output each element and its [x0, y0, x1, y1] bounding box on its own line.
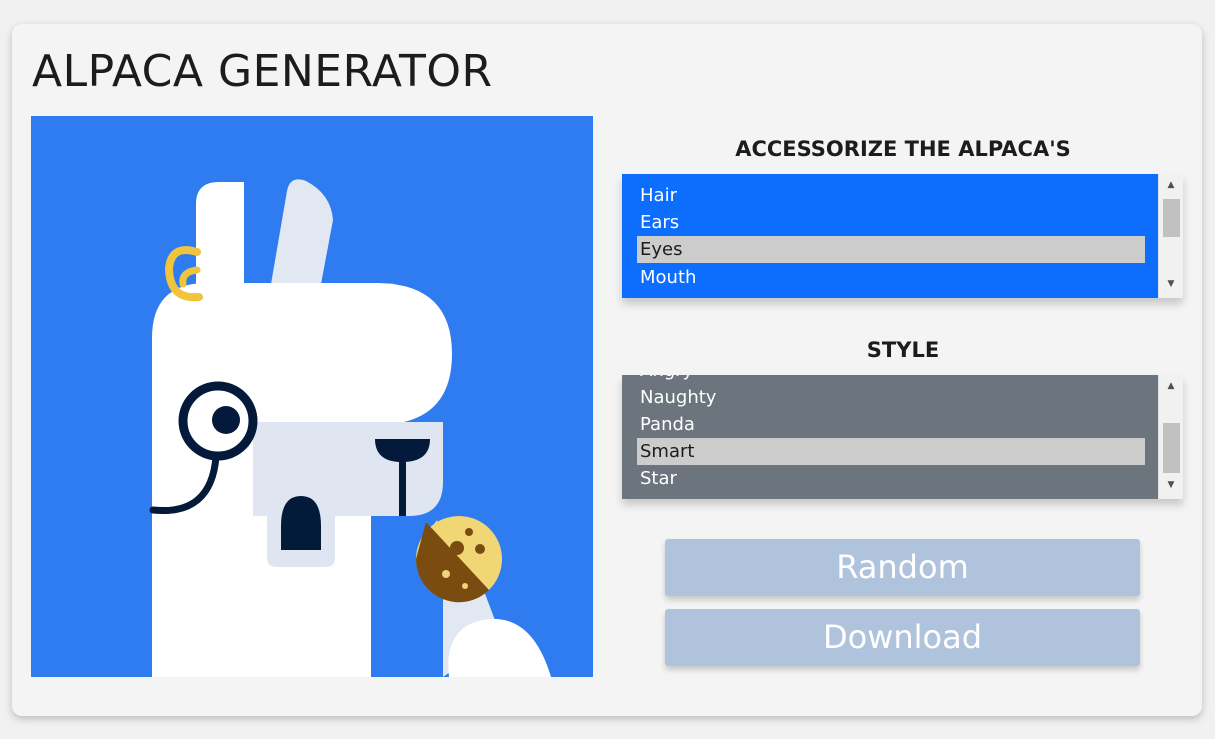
style-scroll-thumb[interactable]	[1163, 423, 1180, 473]
cookie-chip	[442, 570, 450, 578]
accessorize-scroll-thumb[interactable]	[1163, 199, 1180, 237]
alpaca-illustration	[31, 116, 593, 677]
triangle-up-icon[interactable]: ▲	[1159, 377, 1183, 395]
accessory-option-ears[interactable]: Ears	[637, 209, 1145, 236]
alpaca-head	[152, 283, 452, 425]
cookie-chip	[462, 583, 468, 589]
accessorize-scrollbar[interactable]: ▲ ▼	[1158, 174, 1183, 298]
style-option-star[interactable]: Star	[637, 465, 1145, 492]
alpaca-mouth-line	[399, 456, 406, 516]
random-button[interactable]: Random	[665, 539, 1140, 596]
alpaca-nostril	[281, 496, 321, 550]
page-title: ALPACA GENERATOR	[32, 46, 493, 97]
triangle-up-icon[interactable]: ▲	[1159, 176, 1183, 194]
style-option-angry[interactable]: Angry	[637, 375, 1145, 384]
accessory-option-mouth[interactable]: Mouth	[637, 264, 1145, 291]
download-button[interactable]: Download	[665, 609, 1140, 666]
monocle-eye	[212, 406, 240, 434]
style-option-panda[interactable]: Panda	[637, 411, 1145, 438]
cookie-chip	[450, 541, 464, 555]
accessory-option-hair[interactable]: Hair	[637, 182, 1145, 209]
left-ear	[196, 182, 244, 286]
accessory-option-eyes[interactable]: Eyes	[637, 236, 1145, 263]
style-option-naughty[interactable]: Naughty	[637, 384, 1145, 411]
accessorize-label: ACCESSORIZE THE ALPACA'S	[735, 137, 1071, 161]
triangle-down-icon[interactable]: ▼	[1159, 476, 1183, 494]
triangle-down-icon[interactable]: ▼	[1159, 275, 1183, 293]
style-label: STYLE	[866, 338, 940, 362]
style-scrollbar[interactable]: ▲ ▼	[1158, 375, 1183, 499]
style-listbox[interactable]: Angry Naughty Panda Smart Star ▲ ▼	[622, 375, 1183, 499]
cookie-chip	[475, 544, 485, 554]
accessorize-listbox[interactable]: Hair Ears Eyes Mouth ▲ ▼	[622, 174, 1183, 298]
alpaca-preview	[31, 116, 593, 677]
cookie-chip	[465, 528, 473, 536]
style-option-smart[interactable]: Smart	[637, 438, 1145, 465]
